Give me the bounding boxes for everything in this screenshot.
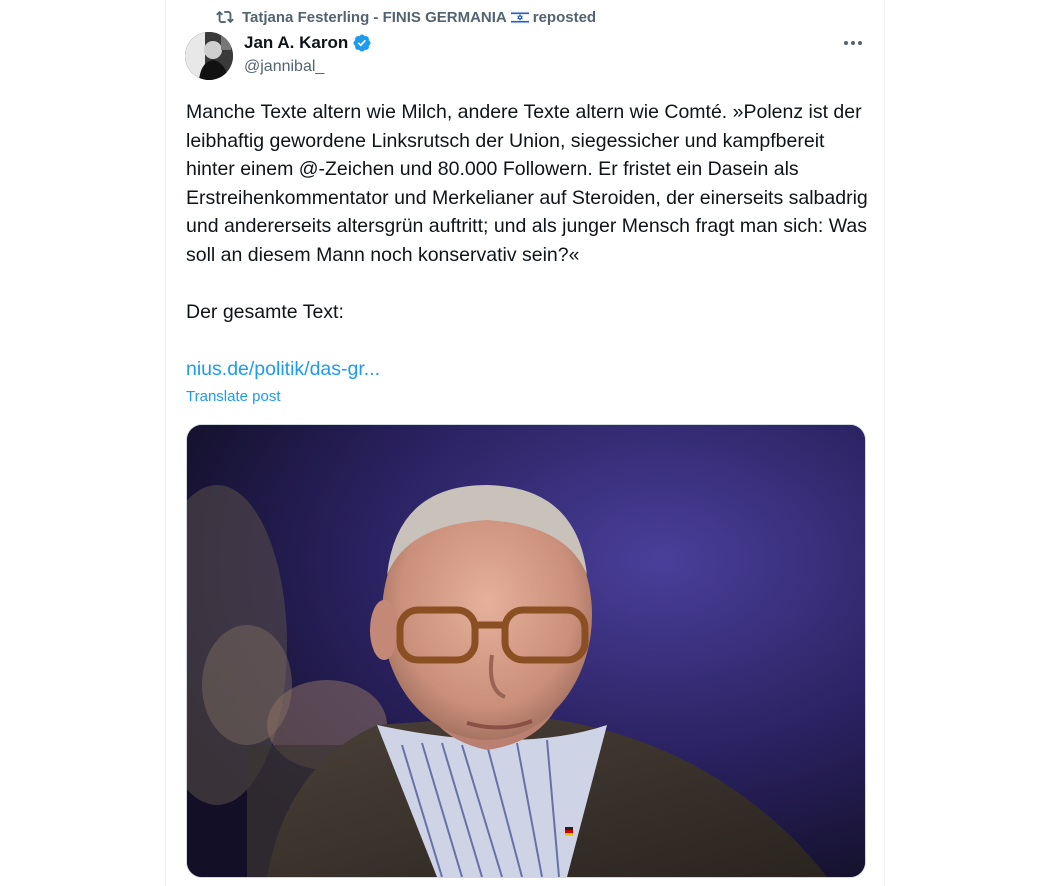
author-handle[interactable]: @jannibal_: [244, 58, 372, 76]
repost-suffix: reposted: [532, 8, 597, 26]
translate-post-link[interactable]: Translate post: [186, 388, 281, 405]
repost-context: Tatjana Festerling - FINIS GERMANIA repo…: [216, 6, 596, 28]
photo-portrait-image: [187, 425, 865, 877]
avatar[interactable]: [185, 32, 233, 80]
repost-icon: [216, 8, 234, 26]
tweet-link[interactable]: nius.de/politik/das-gr...: [186, 355, 380, 383]
verified-badge-icon[interactable]: [352, 33, 372, 53]
reposter-name[interactable]: Tatjana Festerling - FINIS GERMANIA: [242, 9, 507, 26]
tweet-text: Manche Texte altern wie Milch, andere Te…: [186, 101, 868, 324]
author-name[interactable]: Jan A. Karon: [244, 33, 348, 53]
author-block: Jan A. Karon @jannibal_: [244, 32, 372, 76]
more-dots-icon: [844, 41, 862, 45]
reposter-link[interactable]: Tatjana Festerling - FINIS GERMANIA repo…: [242, 9, 596, 26]
column-border-right: [884, 0, 885, 886]
tweet[interactable]: Tatjana Festerling - FINIS GERMANIA repo…: [166, 0, 884, 886]
more-options-button[interactable]: [838, 30, 868, 56]
israel-flag-icon: [510, 10, 529, 24]
tweet-photo[interactable]: [186, 424, 866, 878]
